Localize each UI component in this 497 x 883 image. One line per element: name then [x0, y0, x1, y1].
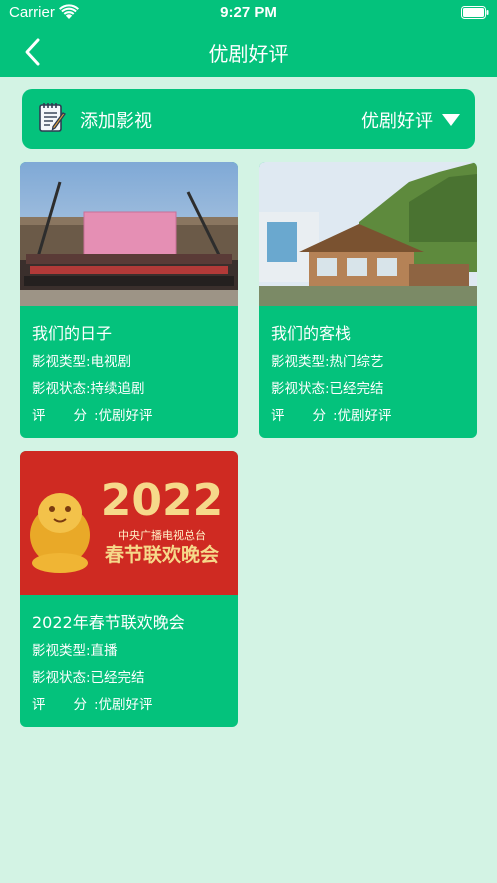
rating-filter-dropdown[interactable]: 优剧好评 — [361, 107, 461, 133]
nav-bar: 优剧好评 — [0, 26, 497, 77]
card-status: 影视状态:持续追剧 — [32, 381, 145, 397]
card-type: 影视类型:热门综艺 — [271, 354, 384, 370]
score-value: :优剧好评 — [94, 408, 153, 424]
score-label-first-char: 评 — [271, 408, 285, 424]
score-value: :优剧好评 — [94, 697, 153, 713]
card-thumbnail-inn — [259, 162, 477, 306]
card-type: 影视类型:电视剧 — [32, 354, 132, 370]
score-label-second-char: 分 — [73, 408, 88, 424]
score-value: :优剧好评 — [333, 408, 392, 424]
page-title: 优剧好评 — [208, 42, 289, 66]
media-card[interactable]: 我们的客栈 影视类型:热门综艺 影视状态:已经完结 评 分 :优剧好评 — [259, 162, 477, 438]
media-card[interactable]: 2022 中央广播电视总台 春节联欢晚会 2022年春节联欢晚会 影视类型:直播… — [20, 451, 238, 727]
score-label-first-char: 评 — [32, 408, 46, 424]
card-thumbnail-group-photo — [20, 162, 238, 306]
card-status: 影视状态:已经完结 — [271, 381, 384, 397]
card-type: 影视类型:直播 — [32, 643, 118, 659]
add-media-label: 添加影视 — [80, 111, 152, 132]
poster-year: 2022 — [101, 475, 223, 526]
header: Carrier 9:27 PM 优剧好评 — [0, 0, 497, 77]
card-score: 评 分 :优剧好评 — [32, 404, 153, 424]
poster-title: 春节联欢晚会 — [105, 543, 219, 566]
card-status: 影视状态:已经完结 — [32, 670, 145, 686]
card-title: 我们的客栈 — [271, 324, 352, 343]
card-title: 2022年春节联欢晚会 — [32, 613, 185, 632]
score-label-second-char: 分 — [73, 697, 88, 713]
card-score: 评 分 :优剧好评 — [271, 404, 392, 424]
rating-filter-value: 优剧好评 — [361, 111, 433, 132]
card-title: 我们的日子 — [32, 324, 113, 343]
media-card[interactable]: 我们的日子 影视类型:电视剧 影视状态:持续追剧 评 分 :优剧好评 — [20, 162, 238, 438]
caret-down-icon — [442, 114, 460, 126]
poster-org: 中央广播电视总台 — [118, 528, 206, 542]
add-media-bar[interactable]: 添加影视 优剧好评 — [22, 89, 475, 149]
battery-icon — [461, 6, 489, 19]
clock: 9:27 PM — [220, 4, 277, 21]
card-score: 评 分 :优剧好评 — [32, 693, 153, 713]
notepad-icon — [39, 103, 66, 132]
score-label-second-char: 分 — [312, 408, 327, 424]
score-label-first-char: 评 — [32, 697, 46, 713]
status-bar: Carrier 9:27 PM — [0, 0, 497, 26]
card-thumbnail-gala-poster: 2022 中央广播电视总台 春节联欢晚会 — [20, 451, 238, 595]
